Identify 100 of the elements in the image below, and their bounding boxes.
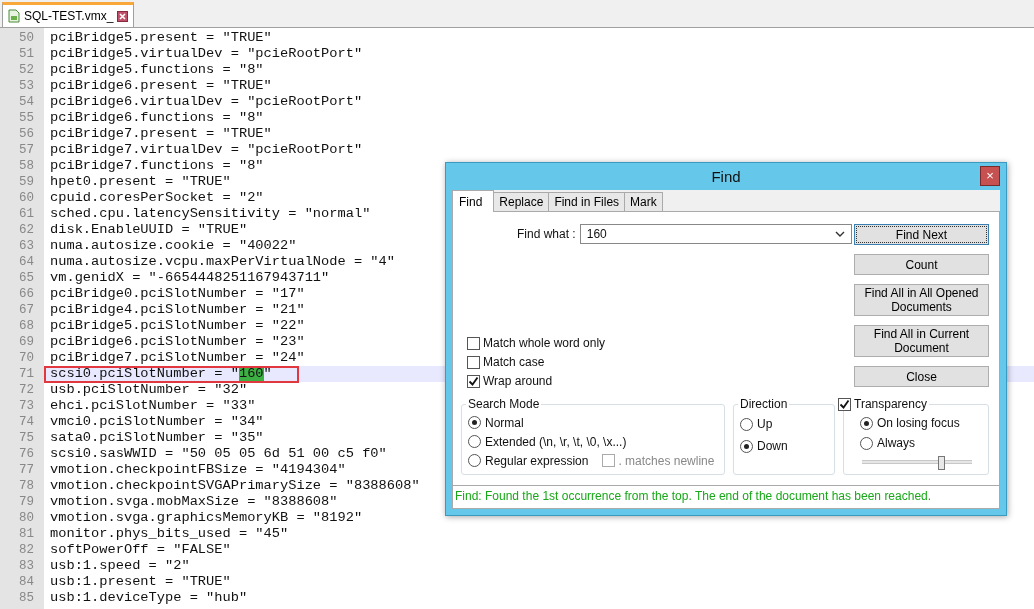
line-number: 50 (18, 30, 35, 46)
radio-label: Normal (485, 415, 524, 430)
code-line: usb.pciSlotNumber = "32" (50, 382, 248, 397)
line-number: 60 (18, 190, 35, 206)
code-line: usb:1.speed = "2" (50, 558, 190, 573)
checkbox[interactable] (838, 397, 851, 411)
checkbox[interactable] (467, 374, 480, 388)
radio-button[interactable] (468, 435, 481, 448)
radio-button[interactable] (468, 416, 481, 429)
line-number: 56 (18, 126, 35, 142)
line-number: 73 (18, 398, 35, 414)
dialog-tab[interactable]: Find (452, 190, 495, 212)
checkbox[interactable] (467, 336, 480, 350)
file-tab[interactable]: SQL-TEST.vmx_ (2, 2, 135, 27)
code-line: pciBridge5.virtualDev = "pcieRootPort" (50, 46, 363, 61)
radio-label: Extended (\n, \r, \t, \0, \x...) (485, 434, 627, 449)
radio-label: On losing focus (877, 416, 960, 430)
line-number: 52 (18, 62, 35, 78)
line-number: 84 (18, 574, 35, 590)
checkbox[interactable] (467, 355, 480, 369)
code-line: numa.autosize.cookie = "40022" (50, 238, 297, 253)
line-number: 81 (18, 526, 35, 542)
code-line: sched.cpu.latencySensitivity = "normal" (50, 206, 371, 221)
code-line: pciBridge7.present = "TRUE" (50, 126, 272, 141)
dialog-button[interactable]: Close (854, 366, 989, 387)
line-number: 57 (18, 142, 35, 158)
line-number: 54 (18, 94, 35, 110)
line-number: 51 (18, 46, 35, 62)
code-line: cpuid.coresPerSocket = "2" (50, 190, 264, 205)
code-line: pciBridge6.present = "TRUE" (50, 78, 272, 93)
code-line: softPowerOff = "FALSE" (50, 542, 231, 557)
line-number: 63 (18, 238, 35, 254)
group-title: Search Mode (467, 397, 541, 411)
line-number: 78 (18, 478, 35, 494)
radio-button[interactable] (740, 439, 753, 453)
radio-button[interactable] (860, 436, 873, 450)
line-number: 70 (18, 350, 35, 366)
code-line: pciBridge7.virtualDev = "pcieRootPort" (50, 142, 363, 157)
line-number: 62 (18, 222, 35, 238)
radio-button[interactable] (468, 454, 481, 467)
dialog-tab[interactable]: Replace (493, 192, 550, 211)
dialog-tab[interactable]: Find in Files (548, 192, 626, 211)
checkbox-label: Match case (483, 355, 545, 369)
dialog-title: Find (711, 168, 741, 185)
dropdown-icon[interactable] (834, 231, 845, 237)
checkbox-label: Transparency (854, 397, 927, 411)
radio-button[interactable] (740, 417, 753, 431)
code-line: pciBridge6.pciSlotNumber = "23" (50, 334, 305, 349)
line-number: 71 (18, 366, 35, 382)
dialog-button[interactable]: Count (854, 254, 989, 275)
find-what-field[interactable]: 160 (579, 224, 852, 244)
code-line: pciBridge5.functions = "8" (50, 62, 264, 77)
code-line: monitor.phys_bits_used = "45" (50, 526, 289, 541)
code-line: vmotion.svga.graphicsMemoryKB = "8192" (50, 510, 363, 525)
dialog-tab[interactable]: Mark (624, 192, 663, 211)
code-line: pciBridge0.pciSlotNumber = "17" (50, 286, 305, 301)
line-number: 64 (18, 254, 35, 270)
code-line: scsi0.sasWWID = "50 05 05 6d 51 00 c5 f0" (50, 446, 387, 461)
radio-label: Up (757, 417, 773, 431)
radio-button[interactable] (860, 416, 873, 430)
dialog-button[interactable]: Find All in All Opened Documents (854, 284, 989, 316)
line-number: 74 (18, 414, 35, 430)
code-line: vmotion.checkpointFBSize = "4194304" (50, 462, 346, 477)
line-number: 59 (18, 174, 35, 190)
code-line: usb:1.deviceType = "hub" (50, 590, 248, 605)
line-number: 55 (18, 110, 35, 126)
line-number: 80 (18, 510, 35, 526)
radio-label: Down (757, 439, 788, 453)
line-number: 72 (18, 382, 35, 398)
line-number: 65 (18, 270, 35, 286)
line-number: 53 (18, 78, 35, 94)
code-line: vm.genidX = "-6654448251167943711" (50, 270, 330, 285)
line-number: 69 (18, 334, 35, 350)
code-line: pciBridge5.pciSlotNumber = "22" (50, 318, 305, 333)
slider-thumb[interactable] (938, 456, 946, 470)
file-icon (8, 9, 20, 23)
line-number: 77 (18, 462, 35, 478)
line-number: 75 (18, 430, 35, 446)
line-number: 66 (18, 286, 35, 302)
dialog-button[interactable]: Find Next (854, 224, 989, 245)
checkbox-label: . matches newline (618, 453, 715, 468)
code-line: ehci.pciSlotNumber = "33" (50, 398, 256, 413)
code-line: pciBridge7.pciSlotNumber = "24" (50, 350, 305, 365)
code-line: pciBridge7.functions = "8" (50, 158, 264, 173)
line-number: 82 (18, 542, 35, 558)
radio-label: Regular expression (485, 453, 589, 468)
line-number: 67 (18, 302, 35, 318)
find-what-label: Find what : (517, 227, 576, 241)
line-number: 83 (18, 558, 35, 574)
close-icon[interactable] (117, 10, 129, 22)
code-line: disk.EnableUUID = "TRUE" (50, 222, 248, 237)
checkbox-label: Wrap around (483, 374, 553, 388)
code-line: vmotion.checkpointSVGAPrimarySize = "8388608" (50, 478, 420, 493)
line-number: 58 (18, 158, 35, 174)
dialog-button[interactable]: Find All in Current Document (854, 325, 989, 357)
code-line: pciBridge6.virtualDev = "pcieRootPort" (50, 94, 363, 109)
line-number: 85 (18, 590, 35, 606)
code-line: pciBridge4.pciSlotNumber = "21" (50, 302, 305, 317)
close-button[interactable]: × (980, 166, 1000, 186)
group-title: Direction (739, 397, 789, 411)
